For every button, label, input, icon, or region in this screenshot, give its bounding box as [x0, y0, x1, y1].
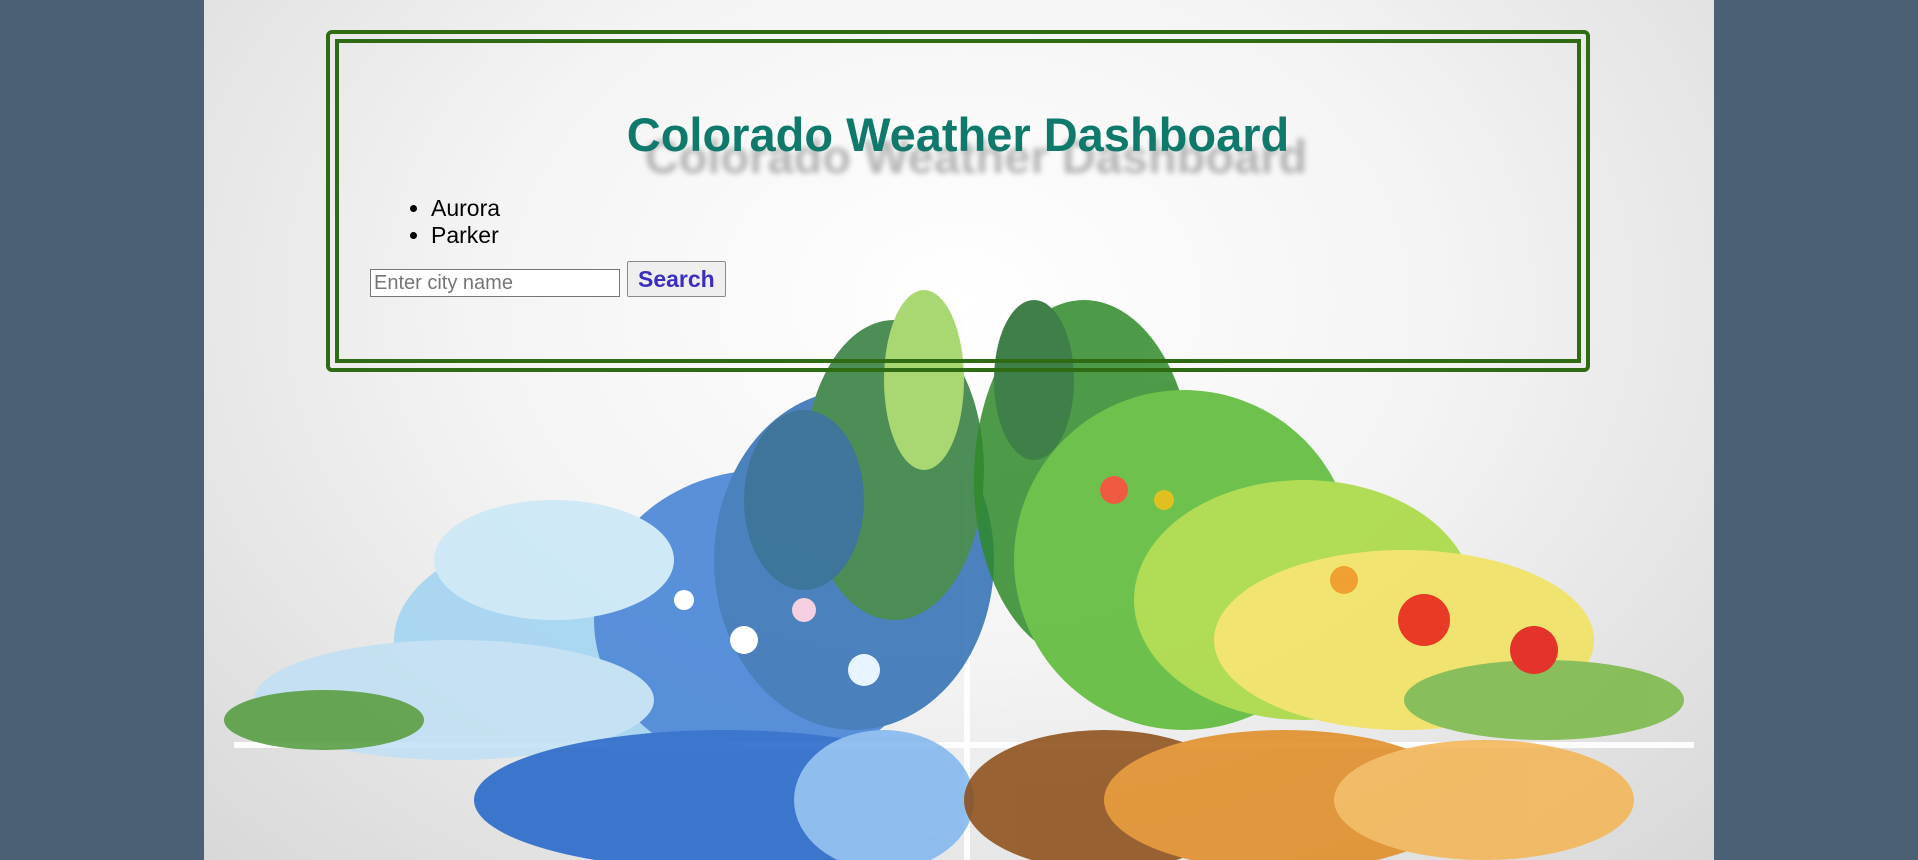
search-button[interactable]: Search: [627, 261, 726, 297]
dashboard-header-inner-border: Colorado Weather Dashboard Aurora Parker…: [335, 39, 1581, 363]
page-title: Colorado Weather Dashboard: [626, 108, 1290, 161]
city-search-input[interactable]: [370, 269, 620, 297]
dashboard-header-panel: Colorado Weather Dashboard Aurora Parker…: [326, 30, 1590, 372]
search-form: Search: [370, 261, 726, 297]
search-history-list: Aurora Parker: [379, 195, 500, 249]
page-container: Colorado Weather Dashboard Aurora Parker…: [204, 0, 1714, 860]
search-history-item[interactable]: Aurora: [431, 195, 500, 222]
search-history-item[interactable]: Parker: [431, 222, 500, 249]
